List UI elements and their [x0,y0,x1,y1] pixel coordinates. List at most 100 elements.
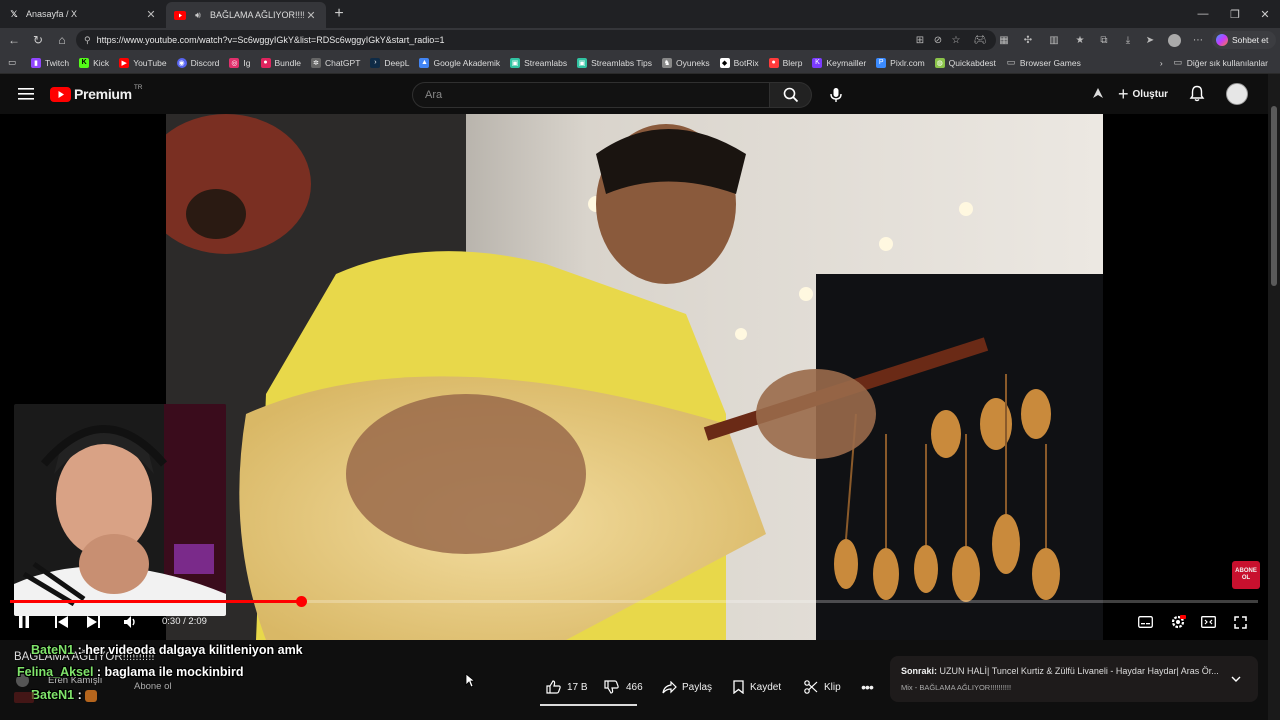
skip-next-icon [86,616,100,628]
bookmark-deepl[interactable]: › DeepL [365,52,414,74]
more-actions-button[interactable]: ••• [856,674,878,700]
app-available-icon[interactable]: ⊞ [912,32,928,48]
site-info-icon[interactable]: ⚲ [84,35,91,46]
profile-avatar[interactable] [1166,32,1182,48]
x-logo-icon: 𝕏 [10,8,18,19]
pause-button[interactable] [14,612,34,632]
bookmark-botrix[interactable]: ◆ BotRix [715,52,764,74]
share-button[interactable]: Paylaş [662,674,712,700]
puzzle-icon[interactable]: ✣ [1020,32,1036,48]
next-button[interactable] [83,612,103,632]
share-icon[interactable]: ➤ [1142,32,1158,48]
page-scrollbar[interactable] [1268,74,1280,720]
close-window-button[interactable]: ✕ [1250,0,1280,28]
close-tab-icon[interactable]: ✕ [304,9,318,22]
tab-twitter[interactable]: 𝕏 Anasayfa / X ✕ [0,0,166,28]
bookmark-pixlr[interactable]: P Pixlr.com [871,52,929,74]
clip-button[interactable]: Klip [804,674,841,700]
reload-button[interactable]: ↻ [26,28,50,52]
bookmark-google-scholar[interactable]: ▲ Google Akademik [414,52,505,74]
menu-hamburger-icon[interactable] [18,86,36,102]
tracking-icon[interactable]: ⊘ [930,32,946,48]
favorites-icon[interactable]: ★ [1072,32,1088,48]
subtitles-button[interactable] [1135,612,1155,632]
scrollbar-thumb[interactable] [1271,106,1277,286]
volume-button[interactable] [121,612,141,632]
volume-icon [124,616,135,628]
home-button[interactable]: ⌂ [50,28,74,52]
discord-icon: ◉ [176,57,187,68]
gamepad-icon[interactable]: 🎮︎ [972,32,988,48]
save-label: Kaydet [750,681,782,693]
bookmark-streamlabs[interactable]: ▣ Streamlabs [505,52,572,74]
bookmark-youtube[interactable]: ▶ YouTube [114,52,171,74]
notifications-bell-icon[interactable] [1189,85,1207,103]
up-next-card[interactable]: Sonraki: UZUN HALİ| Tuncel Kurtiz & Zülf… [890,656,1258,702]
video-player[interactable]: ABONE OL [0,114,1268,640]
dislike-button[interactable]: 466 [604,674,643,700]
bookmark-kick[interactable]: K Kick [74,52,114,74]
bookmarks-overflow-chevron-icon[interactable]: › [1155,52,1168,74]
maximize-button[interactable]: ❐ [1220,0,1250,28]
chevron-down-icon[interactable] [1230,672,1244,686]
more-menu-icon[interactable]: ⋯ [1190,32,1206,48]
mouse-cursor-icon [465,673,476,693]
bookmark-browser-games[interactable]: ▭ Browser Games [1001,52,1086,74]
youtube-header: Premium TR Ara + Oluştur [0,74,1280,114]
voice-search-button[interactable] [822,81,850,109]
extension-icon[interactable]: ▦ [996,32,1012,48]
youtube-premium-logo[interactable]: Premium TR [50,84,142,102]
bookmark-twitch[interactable]: ▮ Twitch [26,52,74,74]
bookmark-blerp[interactable]: ● Blerp [764,52,808,74]
up-next-prefix: Sonraki: [901,666,938,676]
bookmark-oyuneks[interactable]: ♞ Oyuneks [657,52,715,74]
like-button[interactable]: 17 B [546,674,588,700]
split-screen-icon[interactable]: ▥ [1046,32,1062,48]
dislike-count: 466 [626,681,643,693]
chat-text: : [77,688,82,702]
create-button[interactable]: + Oluştur [1118,84,1168,104]
copilot-button[interactable]: Sohbet et [1212,31,1276,49]
progress-bar[interactable] [10,596,1258,607]
bookmark-discord[interactable]: ◉ Discord [172,52,225,74]
subscribe-watermark[interactable]: ABONE OL [1232,561,1260,589]
fullscreen-button[interactable] [1230,612,1250,632]
new-tab-button[interactable]: + [326,0,352,28]
back-button[interactable]: ← [2,28,26,52]
downloads-icon[interactable]: ⤓ [1120,32,1136,48]
bookmark-instagram[interactable]: ◎ Ig [224,52,255,74]
collections-icon[interactable]: ⧉ [1096,32,1112,48]
progress-played [10,600,301,603]
subscribe-button[interactable]: Abone ol [134,681,172,692]
bookmark-keymailler[interactable]: K Keymailler [807,52,871,74]
other-bookmarks-folder[interactable]: ▭ Diğer sık kullanılanlar [1168,52,1280,74]
search-input[interactable]: Ara [412,82,770,108]
tab-youtube[interactable]: 🔊︎ BAĞLAMA AĞLIYOR!!!!!!!!!! - Y ✕ [166,2,326,28]
audio-playing-icon[interactable]: 🔊︎ [192,9,204,21]
bookmark-streamlabs-tips[interactable]: ▣ Streamlabs Tips [572,52,657,74]
close-tab-icon[interactable]: ✕ [144,8,158,21]
bookmark-icon [733,680,744,694]
share-label: Paylaş [682,681,713,693]
video-frame[interactable] [166,114,1103,640]
customize-icon[interactable] [1090,85,1108,103]
bookmark-chatgpt[interactable]: ✲ ChatGPT [306,52,365,74]
save-button[interactable]: Kaydet [733,674,781,700]
theater-mode-button[interactable] [1198,612,1218,632]
user-avatar[interactable] [1226,83,1248,105]
address-bar[interactable]: ⚲ https://www.youtube.com/watch?v=Sc6wgg… [76,30,996,50]
bookmark-bundle[interactable]: ● Bundle [256,52,306,74]
reading-list-icon[interactable]: ▭ [0,52,26,74]
settings-button[interactable] [1168,612,1188,632]
previous-button[interactable] [51,612,71,632]
skip-previous-icon [54,616,68,628]
bookmark-quickabdest[interactable]: ◍ Quickabdest [930,52,1001,74]
favorite-star-icon[interactable]: ☆ [948,32,964,48]
scrubber-handle[interactable] [295,596,307,607]
search-button[interactable] [770,82,812,108]
like-ratio-bar [540,704,637,706]
minimize-button[interactable]: — [1188,0,1218,28]
subtitles-icon [1137,616,1153,628]
search-placeholder: Ara [425,89,443,101]
address-bar-row: ← ↻ ⌂ ⚲ https://www.youtube.com/watch?v=… [0,28,1280,52]
